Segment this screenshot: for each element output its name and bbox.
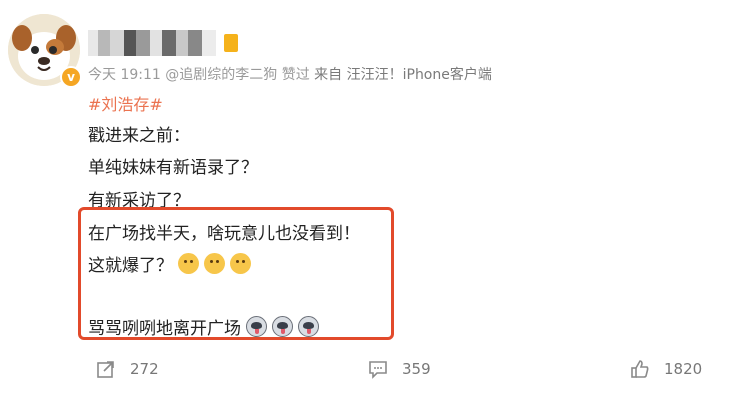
post-line: 戳进来之前： — [88, 126, 190, 146]
member-icon — [224, 34, 238, 52]
hashtag-link[interactable]: #刘浩存# — [88, 91, 163, 115]
like-count: 1820 — [664, 360, 703, 378]
repost-icon — [96, 359, 116, 379]
comment-count: 359 — [402, 360, 431, 378]
comment-button[interactable]: 359 — [368, 359, 431, 379]
repost-button[interactable]: 272 — [96, 359, 159, 379]
post-line: 单纯妹妹有新语录了？ — [88, 158, 258, 178]
username-pixelated[interactable] — [88, 30, 216, 56]
liked-by[interactable]: @追剧综的李二狗 赞过 — [165, 67, 309, 83]
post-meta: 今天 19:11 @追剧综的李二狗 赞过 来自 汪汪汪！iPhone客户端 — [88, 64, 492, 84]
highlight-box — [78, 207, 394, 340]
post-source: 来自 汪汪汪！iPhone客户端 — [314, 67, 492, 83]
repost-count: 272 — [130, 360, 159, 378]
verified-v-icon: v — [60, 66, 82, 88]
thumbs-up-icon — [630, 359, 650, 379]
like-button[interactable]: 1820 — [630, 359, 702, 379]
comment-icon — [368, 359, 388, 379]
post-time: 今天 19:11 — [88, 67, 161, 83]
action-bar: 272 359 1820 — [0, 355, 750, 391]
